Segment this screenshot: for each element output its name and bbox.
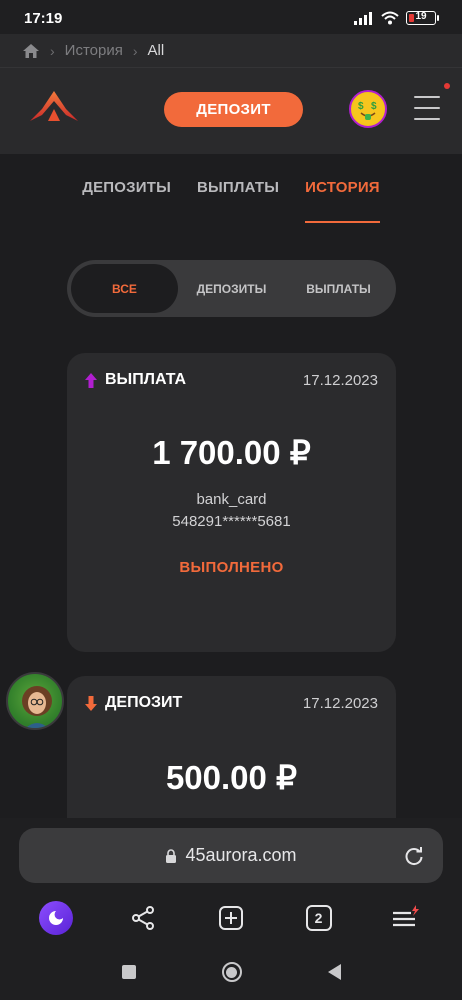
wifi-icon [381,11,399,25]
notification-dot [444,83,450,89]
logo-icon[interactable] [28,89,80,123]
status-time: 17:19 [24,10,63,27]
card-number: 548291******5681 [172,513,291,530]
filter-all[interactable]: ВСЕ [71,264,178,313]
url-text: 45aurora.com [185,845,297,865]
alice-icon [38,901,73,935]
transaction-type-label: ВЫПЛАТА [105,371,187,388]
transaction-type: ВЫПЛАТА [85,371,186,389]
tab-deposits[interactable]: ДЕПОЗИТЫ [82,154,171,224]
menu-lightning-icon [393,905,420,927]
status-icons: 19 [354,11,439,25]
breadcrumb-history[interactable]: История [65,42,123,59]
url-bar[interactable]: 45aurora.com [19,828,443,883]
battery-icon: 19 [406,11,439,25]
status-bar: 17:19 19 [0,0,462,34]
browser-toolbar: 2 [0,892,462,944]
tabs-button[interactable]: 2 [297,896,341,940]
transaction-date: 17.12.2023 [302,695,378,712]
user-avatar[interactable]: $ $ [349,90,387,128]
transaction-type: ДЕПОЗИТ [85,694,182,712]
transaction-type-label: ДЕПОЗИТ [105,694,183,711]
reload-icon[interactable] [403,845,425,867]
back-icon[interactable] [327,964,341,980]
tabs-count: 2 [305,905,332,931]
transaction-date: 17.12.2023 [302,372,378,389]
breadcrumb: › История › All [0,34,462,68]
transaction-amount: 1 700.00 ₽ [152,434,311,471]
svg-text:$: $ [371,101,377,112]
deposit-button[interactable]: ДЕПОЗИТ [164,92,303,127]
tab-history[interactable]: ИСТОРИЯ [305,154,380,224]
browser-url-area: 45aurora.com [0,818,462,892]
transaction-amount: 500.00 ₽ [165,759,298,796]
breadcrumb-current: All [147,42,165,59]
alice-assistant-button[interactable] [34,896,78,940]
support-chat-avatar[interactable] [6,672,64,730]
battery-level: 19 [415,11,427,22]
chevron-right-icon: › [50,42,55,59]
share-button[interactable] [121,896,165,940]
new-tab-button[interactable] [209,896,253,940]
transaction-card[interactable]: ВЫПЛАТА 17.12.2023 1 700.00 ₽ bank_card … [67,353,396,652]
share-icon [132,906,155,930]
arrow-down-icon [85,695,97,711]
tab-withdrawals[interactable]: ВЫПЛАТЫ [197,154,279,224]
arrow-up-icon [85,372,97,388]
recent-apps-icon[interactable] [121,965,136,979]
history-filter: ВСЕ ДЕПОЗИТЫ ВЫПЛАТЫ [67,260,396,317]
home-button-icon[interactable] [221,962,242,982]
system-navigation [0,944,462,1000]
plus-box-icon [218,906,243,930]
site-header: ДЕПОЗИТ $ $ [0,68,462,154]
browser-menu-button[interactable] [384,896,428,940]
money-face-icon: $ $ [353,94,383,124]
transaction-status: ВЫПОЛНЕНО [179,559,284,576]
transaction-card[interactable]: ДЕПОЗИТ 17.12.2023 500.00 ₽ [67,676,396,836]
filter-withdrawals[interactable]: ВЫПЛАТЫ [285,264,392,313]
lock-icon [166,848,177,863]
signal-icon [354,11,372,25]
hamburger-menu-icon[interactable] [414,95,440,121]
chevron-right-icon: › [132,42,138,59]
tabs-bar: ДЕПОЗИТЫ ВЫПЛАТЫ ИСТОРИЯ [0,154,462,224]
payment-method: bank_card [196,491,267,508]
home-icon[interactable] [22,43,40,59]
person-avatar-icon [22,686,52,728]
filter-deposits[interactable]: ДЕПОЗИТЫ [178,264,285,313]
svg-text:$: $ [358,101,364,112]
